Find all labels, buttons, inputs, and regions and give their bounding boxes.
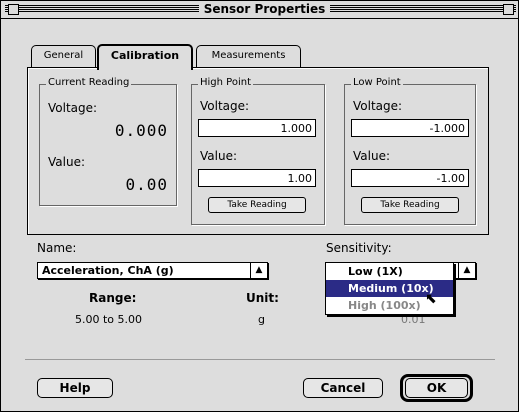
name-popup[interactable]: Acceleration, ChA (g) ▲ — [37, 262, 268, 279]
sensitivity-menu: Low (1X) Medium (10x) High (100x) — [325, 262, 454, 315]
high-point-legend: High Point — [198, 77, 253, 88]
tab-general[interactable]: General — [31, 45, 96, 68]
low-point-group: Low Point Voltage: -1.000 Value: -1.00 T… — [344, 77, 476, 225]
current-reading-legend: Current Reading — [46, 77, 132, 88]
help-button[interactable]: Help — [37, 378, 113, 398]
range-label: Range: — [89, 291, 137, 305]
low-value-label: Value: — [353, 149, 390, 163]
low-voltage-label: Voltage: — [353, 99, 403, 113]
low-voltage-field[interactable]: -1.000 — [351, 119, 469, 137]
sensor-properties-dialog: Sensor Properties General Calibration Me… — [0, 0, 519, 412]
current-voltage-value: 0.000 — [114, 121, 168, 140]
ok-button[interactable]: OK — [405, 378, 468, 398]
name-selected: Acceleration, ChA (g) — [42, 264, 174, 277]
footer-divider — [25, 359, 495, 360]
tab-measurements[interactable]: Measurements — [196, 45, 301, 68]
close-box[interactable] — [8, 4, 19, 15]
current-value-value: 0.00 — [125, 175, 168, 194]
range-value: 5.00 to 5.00 — [75, 313, 143, 326]
high-value-field[interactable]: 1.00 — [198, 169, 316, 187]
sensitivity-label: Sensitivity: — [326, 241, 392, 255]
high-voltage-label: Voltage: — [200, 99, 250, 113]
window-title: Sensor Properties — [199, 2, 330, 17]
high-voltage-field[interactable]: 1.000 — [198, 119, 316, 137]
current-value-label: Value: — [48, 155, 85, 169]
zoom-box[interactable] — [503, 4, 514, 15]
menu-item-low[interactable]: Low (1X) — [326, 263, 453, 280]
low-take-reading-button[interactable]: Take Reading — [361, 197, 459, 213]
popup-arrows-icon: ▲ — [458, 263, 475, 278]
current-reading-group: Current Reading Voltage: 0.000 Value: 0.… — [39, 77, 177, 206]
cancel-button[interactable]: Cancel — [303, 378, 383, 398]
calibration-panel: Current Reading Voltage: 0.000 Value: 0.… — [27, 67, 489, 235]
unit-label: Unit: — [246, 291, 279, 305]
high-take-reading-button[interactable]: Take Reading — [208, 197, 306, 213]
mouse-cursor-icon: ⬉ — [425, 291, 437, 307]
name-label: Name: — [37, 241, 77, 255]
popup-arrows-icon: ▲ — [250, 263, 267, 278]
current-voltage-label: Voltage: — [48, 101, 98, 115]
high-point-group: High Point Voltage: 1.000 Value: 1.00 Ta… — [191, 77, 325, 225]
low-value-field[interactable]: -1.00 — [351, 169, 469, 187]
low-point-legend: Low Point — [351, 77, 403, 88]
high-value-label: Value: — [200, 149, 237, 163]
unit-value: g — [258, 313, 265, 326]
title-bar[interactable]: Sensor Properties — [1, 1, 518, 19]
tab-calibration[interactable]: Calibration — [97, 44, 193, 70]
